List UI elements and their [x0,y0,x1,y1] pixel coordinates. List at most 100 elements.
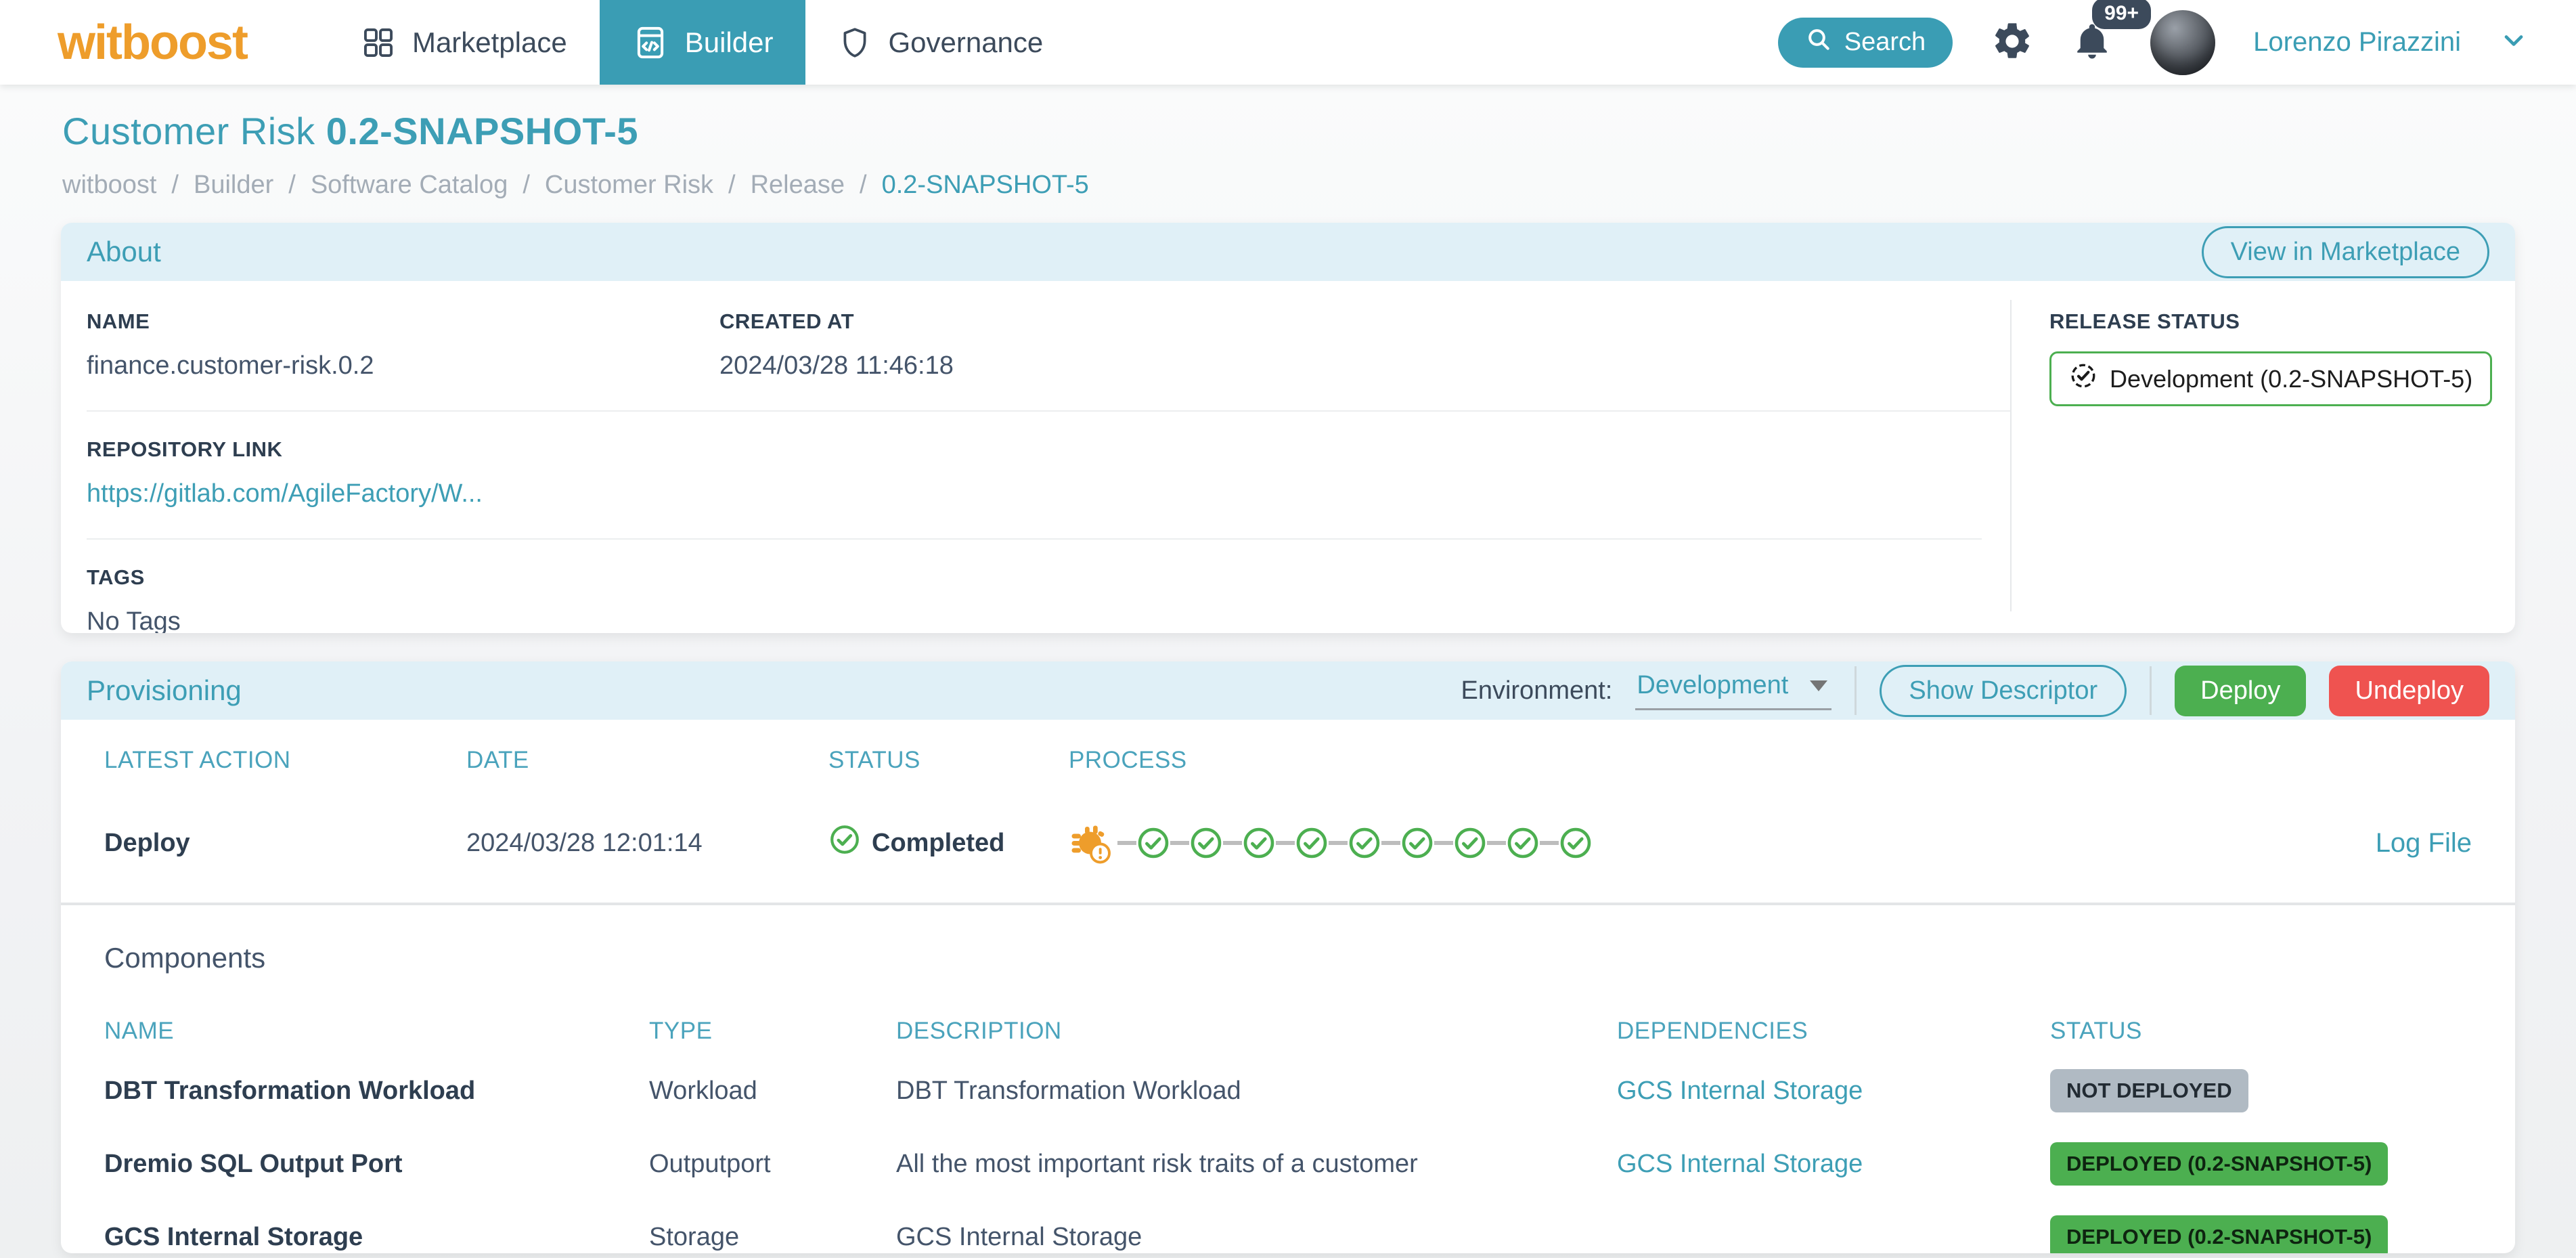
notifications-count-badge: 99+ [2092,0,2152,29]
show-descriptor-button[interactable]: Show Descriptor [1880,664,2127,717]
component-row: DBT Transformation Workload Workload DBT… [104,1064,2472,1118]
search-icon [1805,26,1832,60]
breadcrumb-item[interactable]: Customer Risk [545,171,713,200]
latest-action-status: Completed [828,823,1069,863]
divider [61,903,2515,905]
deploy-button[interactable]: Deploy [2175,665,2307,716]
provisioning-controls: Environment: Development Show Descriptor… [1461,664,2489,717]
created-at-field: CREATED AT 2024/03/28 11:46:18 [719,309,954,381]
latest-action-row: Deploy 2024/03/28 12:01:14 Completed Log… [104,819,2472,867]
process-connector [1329,841,1348,845]
component-name: DBT Transformation Workload [104,1076,476,1105]
nav-right-controls: Search 99+ Lorenzo Pirazzini [1777,0,2576,75]
created-at-value: 2024/03/28 11:46:18 [719,351,954,380]
environment-value: Development [1637,671,1789,699]
process-connector [1170,841,1189,845]
breadcrumb-item[interactable]: Release [751,171,845,200]
process-connector [1434,841,1453,845]
about-card-header: About View in Marketplace [61,223,2515,281]
component-name: GCS Internal Storage [104,1222,363,1251]
process-check-icon[interactable] [1295,826,1329,860]
breadcrumb-separator: / [171,171,179,199]
component-row: GCS Internal Storage Storage GCS Interna… [104,1210,2472,1253]
search-button[interactable]: Search [1777,17,1953,68]
latest-action-header-row: LATEST ACTION DATE STATUS PROCESS [104,747,2472,774]
process-connector [1117,841,1136,845]
process-check-icon[interactable] [1189,826,1223,860]
breadcrumb-separator: / [728,171,736,199]
about-body: NAME finance.customer-risk.0.2 CREATED A… [61,281,2515,633]
breadcrumb-item[interactable]: witboost [62,171,156,200]
dependency-link[interactable]: GCS Internal Storage [1617,1150,2050,1179]
process-connector [1276,841,1295,845]
col-status: STATUS [828,747,920,773]
log-file-link[interactable]: Log File [2323,828,2472,859]
tab-marketplace[interactable]: Marketplace [328,0,600,85]
about-card: About View in Marketplace NAME finance.c… [61,223,2515,633]
process-connector [1487,841,1506,845]
process-check-icon[interactable] [1559,826,1593,860]
name-label: NAME [87,309,150,333]
main-nav-tabs: Marketplace Builder Governance [328,0,1075,85]
breadcrumb-item[interactable]: Software Catalog [311,171,508,200]
witboost-warning-icon[interactable] [1069,819,1117,867]
breadcrumb-item-current: 0.2-SNAPSHOT-5 [881,171,1089,199]
process-check-icon[interactable] [1400,826,1434,860]
provisioning-title: Provisioning [87,674,242,706]
release-status-column: RELEASE STATUS Development (0.2-SNAPSHOT… [2010,300,2515,611]
provisioning-card: Provisioning Environment: Development Sh… [61,661,2515,1253]
view-in-marketplace-button[interactable]: View in Marketplace [2201,225,2489,278]
component-status-badge: DEPLOYED (0.2-SNAPSHOT-5) [2050,1142,2389,1186]
process-steps [1069,819,2323,867]
tags-field: TAGS No Tags [87,540,2010,633]
divider [2150,666,2152,715]
governance-shield-icon [838,26,872,60]
user-name[interactable]: Lorenzo Pirazzini [2253,27,2461,58]
user-avatar[interactable] [2150,9,2216,75]
process-check-icon[interactable] [1506,826,1540,860]
tags-value: No Tags [87,607,181,633]
page-title-text: Customer Risk [62,110,315,152]
page-head: Customer Risk 0.2-SNAPSHOT-5 witboost / … [0,85,2576,200]
breadcrumb-separator: / [288,171,296,199]
component-status-badge: NOT DEPLOYED [2050,1069,2248,1112]
component-type: Workload [649,1076,757,1105]
name-field: NAME finance.customer-risk.0.2 [87,309,719,381]
col-description: DESCRIPTION [896,1018,1062,1044]
notifications-button[interactable]: 99+ [2072,0,2152,64]
col-status: STATUS [2050,1018,2142,1044]
witboost-logo[interactable]: witboost [58,18,248,67]
status-text: Completed [872,828,1005,857]
settings-button[interactable] [1991,20,2034,65]
breadcrumb-separator: / [523,171,530,199]
gear-icon [1991,20,2034,65]
tab-label: Governance [888,26,1044,58]
tab-builder[interactable]: Builder [599,0,806,85]
environment-select[interactable]: Development [1635,671,1832,710]
provisioning-card-header: Provisioning Environment: Development Sh… [61,661,2515,720]
process-check-icon[interactable] [1348,826,1381,860]
process-check-icon[interactable] [1136,826,1170,860]
search-label: Search [1844,28,1926,56]
col-latest-action: LATEST ACTION [104,747,291,773]
col-date: DATE [466,747,529,773]
tab-governance[interactable]: Governance [805,0,1075,85]
component-name: Dremio SQL Output Port [104,1149,403,1178]
user-menu-chevron-down-icon[interactable] [2499,26,2529,59]
col-type: TYPE [649,1018,713,1044]
dependency-link[interactable]: GCS Internal Storage [1617,1077,2050,1106]
component-description: All the most important risk traits of a … [896,1149,1418,1178]
breadcrumb-item[interactable]: Builder [194,171,273,200]
release-check-icon [2069,362,2097,396]
select-arrow-icon [1810,680,1828,691]
undeploy-button[interactable]: Undeploy [2329,665,2489,716]
col-name: NAME [104,1018,175,1044]
process-check-icon[interactable] [1242,826,1276,860]
name-value: finance.customer-risk.0.2 [87,351,374,380]
marketplace-grid-icon [361,25,396,60]
components-title: Components [104,942,266,974]
breadcrumb: witboost / Builder / Software Catalog / … [62,171,2576,200]
release-status-text: Development (0.2-SNAPSHOT-5) [2110,364,2473,393]
repository-link[interactable]: https://gitlab.com/AgileFactory/W... [87,479,483,508]
process-check-icon[interactable] [1453,826,1487,860]
